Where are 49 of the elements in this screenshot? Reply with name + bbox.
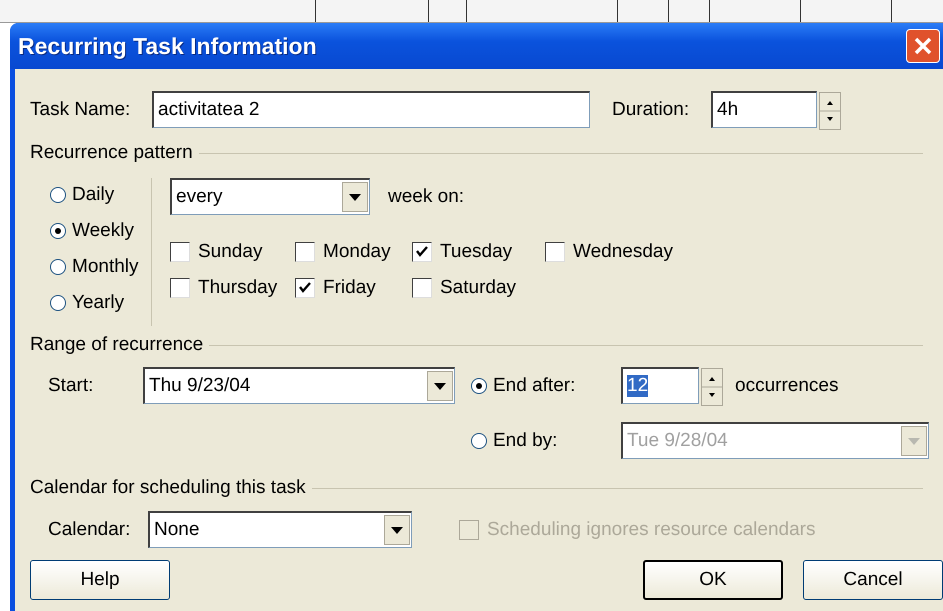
checkbox[interactable]: [412, 242, 432, 262]
checkbox[interactable]: [545, 242, 565, 262]
checkbox-label[interactable]: Thursday: [198, 277, 278, 299]
field-label: occurrences: [735, 374, 838, 396]
duration-field[interactable]: 4h: [711, 91, 817, 128]
radio-button[interactable]: [50, 223, 66, 239]
window-title: Recurring Task Information: [18, 32, 317, 60]
radio-label[interactable]: Monthly: [72, 256, 139, 278]
interval-dropdown[interactable]: every: [170, 178, 370, 215]
group-title: Recurrence pattern: [30, 142, 193, 164]
checkbox-label[interactable]: Tuesday: [440, 241, 512, 263]
radio-label[interactable]: Daily: [72, 184, 114, 206]
dialog-button[interactable]: Cancel: [803, 560, 943, 600]
radio-label[interactable]: Weekly: [72, 220, 134, 242]
group-title: Range of recurrence: [30, 334, 204, 356]
checkbox[interactable]: [170, 242, 190, 262]
checkmark-icon: [415, 245, 429, 259]
close-button[interactable]: [906, 29, 940, 63]
checkbox[interactable]: [295, 242, 315, 262]
spin-button[interactable]: [819, 92, 841, 128]
radio-button[interactable]: [50, 187, 66, 203]
checkbox[interactable]: [295, 278, 315, 298]
radio-label[interactable]: Yearly: [72, 292, 124, 314]
start-date-dropdown[interactable]: Thu 9/23/04: [143, 367, 455, 404]
checkbox-label[interactable]: Friday: [323, 277, 376, 299]
radio-button[interactable]: [50, 259, 66, 275]
checkbox-label[interactable]: Saturday: [440, 277, 516, 299]
field-label: Duration:: [612, 98, 690, 120]
group-title: Calendar for scheduling this task: [30, 477, 306, 499]
spin-button[interactable]: [701, 368, 723, 404]
task-name-field[interactable]: activitatea 2: [152, 91, 590, 128]
field-label: week on:: [388, 186, 464, 208]
checkmark-icon: [298, 281, 312, 295]
checkbox[interactable]: [412, 278, 432, 298]
dialog-button[interactable]: Help: [30, 560, 170, 600]
checkbox-label[interactable]: Sunday: [198, 241, 262, 263]
calendar-dropdown[interactable]: None: [148, 511, 412, 548]
field-label: Start:: [47, 374, 94, 396]
checkbox[interactable]: [170, 278, 190, 298]
field-label: Calendar:: [47, 518, 132, 540]
radio-button[interactable]: [50, 295, 66, 311]
checkbox-label[interactable]: Wednesday: [573, 241, 673, 263]
close-icon[interactable]: [913, 36, 933, 56]
radio-label[interactable]: End after:: [493, 374, 576, 396]
field-label: Task Name:: [30, 98, 132, 120]
occurrences-field[interactable]: 12: [621, 367, 699, 404]
radio-button[interactable]: [471, 378, 487, 394]
checkbox-label[interactable]: Monday: [323, 241, 391, 263]
dialog-button[interactable]: OK: [643, 560, 783, 600]
